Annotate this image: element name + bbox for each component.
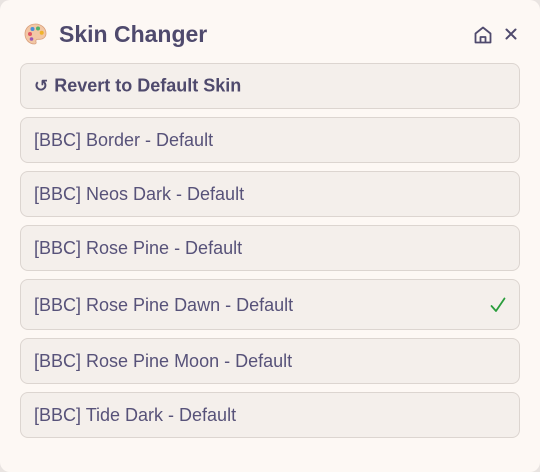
skin-item-label: [BBC] Rose Pine - Default: [34, 238, 243, 258]
palette-icon: [23, 22, 48, 47]
header: Skin Changer: [0, 0, 540, 64]
skin-item-label: [BBC] Neos Dark - Default: [34, 184, 245, 204]
page-title: Skin Changer: [59, 21, 208, 47]
skin-item-rose-pine[interactable]: [BBC] Rose Pine - Default: [20, 225, 520, 271]
revert-default-button[interactable]: ↺ Revert to Default Skin: [20, 63, 520, 109]
revert-text: Revert to Default Skin: [54, 75, 242, 96]
skin-item-rose-pine-moon[interactable]: [BBC] Rose Pine Moon - Default: [20, 338, 520, 384]
revert-label: ↺ Revert to Default Skin: [34, 75, 241, 98]
skin-list: ↺ Revert to Default Skin [BBC] Border - D…: [20, 63, 520, 446]
skin-changer-panel: Skin Changer ↺ Revert to Default Skin [BB…: [0, 0, 540, 472]
home-icon[interactable]: [472, 24, 494, 46]
skin-item-label: [BBC] Tide Dark - Default: [34, 405, 237, 425]
skin-item-border[interactable]: [BBC] Border - Default: [20, 117, 520, 163]
skin-item-label: [BBC] Border - Default: [34, 130, 214, 150]
skin-item-tide-dark[interactable]: [BBC] Tide Dark - Default: [20, 392, 520, 438]
revert-icon: ↺: [34, 76, 49, 96]
skin-item-label: [BBC] Rose Pine Moon - Default: [34, 351, 293, 371]
skin-item-label: [BBC] Rose Pine Dawn - Default: [34, 294, 294, 315]
skin-item-rose-pine-dawn[interactable]: [BBC] Rose Pine Dawn - Default: [20, 279, 520, 330]
skin-item-neos-dark[interactable]: [BBC] Neos Dark - Default: [20, 171, 520, 217]
checkmark-icon: [489, 296, 507, 314]
close-icon[interactable]: [500, 23, 522, 45]
